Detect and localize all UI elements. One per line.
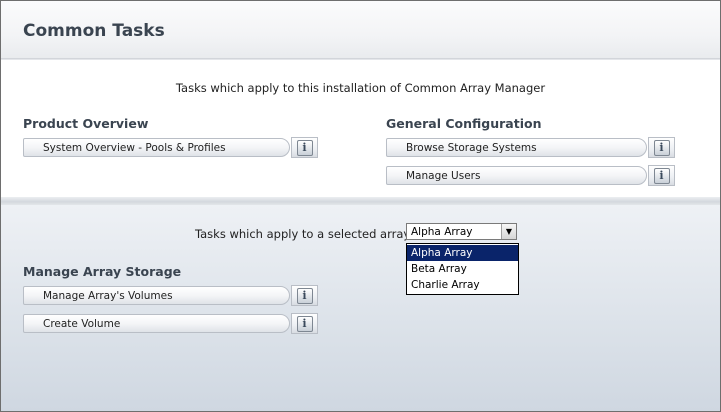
task-create-volume: Create Volume i: [23, 313, 318, 334]
manage-volumes-button[interactable]: Manage Array's Volumes: [23, 286, 290, 305]
array-option-alpha[interactable]: Alpha Array: [407, 245, 518, 261]
manage-array-storage-heading: Manage Array Storage: [23, 264, 182, 279]
task-manage-users: Manage Users i: [386, 165, 675, 186]
page-title: Common Tasks: [23, 21, 165, 41]
browse-storage-systems-info-button[interactable]: i: [648, 137, 675, 158]
manage-users-info-button[interactable]: i: [648, 165, 675, 186]
product-overview-heading: Product Overview: [23, 116, 149, 131]
task-manage-volumes: Manage Array's Volumes i: [23, 285, 318, 306]
installation-tasks-intro: Tasks which apply to this installation o…: [175, 81, 546, 95]
info-icon: i: [653, 167, 670, 184]
task-system-overview: System Overview - Pools & Profiles i: [23, 137, 318, 158]
task-browse-storage-systems: Browse Storage Systems i: [386, 137, 675, 158]
system-overview-info-button[interactable]: i: [291, 137, 318, 158]
array-select[interactable]: Alpha Array ▼: [406, 223, 517, 240]
header: Common Tasks: [1, 1, 720, 59]
browse-storage-systems-button[interactable]: Browse Storage Systems: [386, 138, 647, 157]
array-selector-label: Tasks which apply to a selected array:: [195, 227, 414, 241]
array-dropdown-list: Alpha Array Beta Array Charlie Array: [406, 243, 519, 295]
section-divider: [1, 197, 720, 205]
manage-users-button[interactable]: Manage Users: [386, 166, 647, 185]
array-select-value: Alpha Array: [411, 225, 473, 238]
create-volume-button[interactable]: Create Volume: [23, 314, 290, 333]
general-configuration-heading: General Configuration: [386, 116, 542, 131]
chevron-down-icon[interactable]: ▼: [501, 224, 516, 239]
array-option-beta[interactable]: Beta Array: [407, 261, 518, 277]
common-tasks-window: Common Tasks Tasks which apply to this i…: [0, 0, 721, 412]
array-option-charlie[interactable]: Charlie Array: [407, 277, 518, 293]
manage-volumes-info-button[interactable]: i: [291, 285, 318, 306]
create-volume-info-button[interactable]: i: [291, 313, 318, 334]
info-icon: i: [296, 315, 313, 332]
info-icon: i: [653, 139, 670, 156]
info-icon: i: [296, 139, 313, 156]
system-overview-button[interactable]: System Overview - Pools & Profiles: [23, 138, 290, 157]
info-icon: i: [296, 287, 313, 304]
